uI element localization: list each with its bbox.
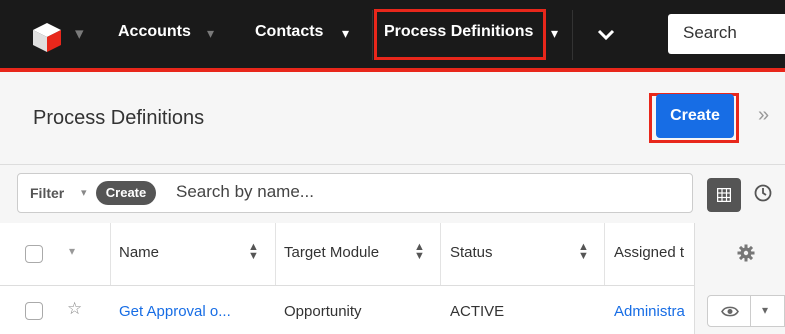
caret-down-icon: ▾: [762, 303, 769, 317]
page-header: Process Definitions Create »: [0, 72, 785, 165]
clock-icon[interactable]: [754, 184, 772, 202]
double-chevron-right-icon[interactable]: »: [758, 104, 769, 127]
create-filter-button[interactable]: Create: [96, 181, 156, 205]
caret-down-icon[interactable]: ▾: [342, 25, 349, 42]
caret-down-icon[interactable]: ▾: [81, 186, 87, 199]
star-icon[interactable]: ☆: [67, 299, 82, 319]
sort-icon[interactable]: ▲ ▼: [414, 242, 425, 262]
chevron-down-icon[interactable]: [597, 28, 615, 42]
top-nav: ▾ Accounts ▾ Contacts ▾ Process Definiti…: [0, 0, 785, 68]
column-header-assigned[interactable]: Assigned t: [614, 244, 684, 261]
filter-search-field[interactable]: Filter ▾ Create Search by name...: [17, 173, 693, 213]
create-button[interactable]: Create: [656, 94, 734, 138]
row-status: ACTIVE: [450, 303, 505, 320]
column-divider: [440, 223, 441, 285]
nav-item-contacts[interactable]: Contacts: [255, 23, 323, 41]
table-row: ☆ Get Approval o... Opportunity ACTIVE A…: [0, 286, 785, 334]
preview-button[interactable]: [707, 295, 751, 327]
row-checkbox[interactable]: [25, 302, 43, 320]
column-divider: [275, 223, 276, 285]
gear-icon[interactable]: [737, 244, 755, 262]
select-all-checkbox[interactable]: [25, 245, 43, 263]
divider: [572, 10, 573, 60]
list-view-toggle[interactable]: [707, 178, 741, 212]
table-header: ▾ Name ▲ ▼ Target Module ▲ ▼ Status ▲ ▼ Ass…: [0, 223, 785, 286]
search-by-name-input[interactable]: Search by name...: [176, 182, 314, 202]
row-actions-dropdown[interactable]: ▾: [751, 295, 785, 327]
caret-down-icon[interactable]: ▾: [551, 25, 558, 42]
column-divider: [110, 223, 111, 285]
column-divider: [604, 223, 605, 285]
filter-bar: Filter ▾ Create Search by name...: [0, 165, 785, 224]
eye-icon: [721, 306, 739, 317]
grid-icon: [717, 188, 731, 202]
logo-icon[interactable]: [30, 20, 64, 54]
column-header-status[interactable]: Status: [450, 244, 493, 261]
nav-item-accounts[interactable]: Accounts: [118, 23, 191, 41]
global-search-input[interactable]: Search: [668, 14, 785, 54]
page-title: Process Definitions: [33, 107, 205, 129]
row-target-module: Opportunity: [284, 303, 362, 320]
row-name-link[interactable]: Get Approval o...: [119, 303, 231, 320]
column-header-target-module[interactable]: Target Module: [284, 244, 379, 261]
caret-down-icon[interactable]: ▾: [75, 24, 84, 44]
divider: [372, 10, 373, 60]
sort-icon[interactable]: ▲ ▼: [248, 242, 259, 262]
filter-button[interactable]: Filter: [30, 185, 64, 201]
row-assigned-link[interactable]: Administra: [614, 303, 685, 320]
column-header-name[interactable]: Name: [119, 244, 159, 261]
highlight-box: [374, 9, 546, 60]
caret-down-icon[interactable]: ▾: [207, 25, 214, 42]
caret-down-icon[interactable]: ▾: [69, 244, 75, 258]
sort-icon[interactable]: ▲ ▼: [578, 242, 589, 262]
